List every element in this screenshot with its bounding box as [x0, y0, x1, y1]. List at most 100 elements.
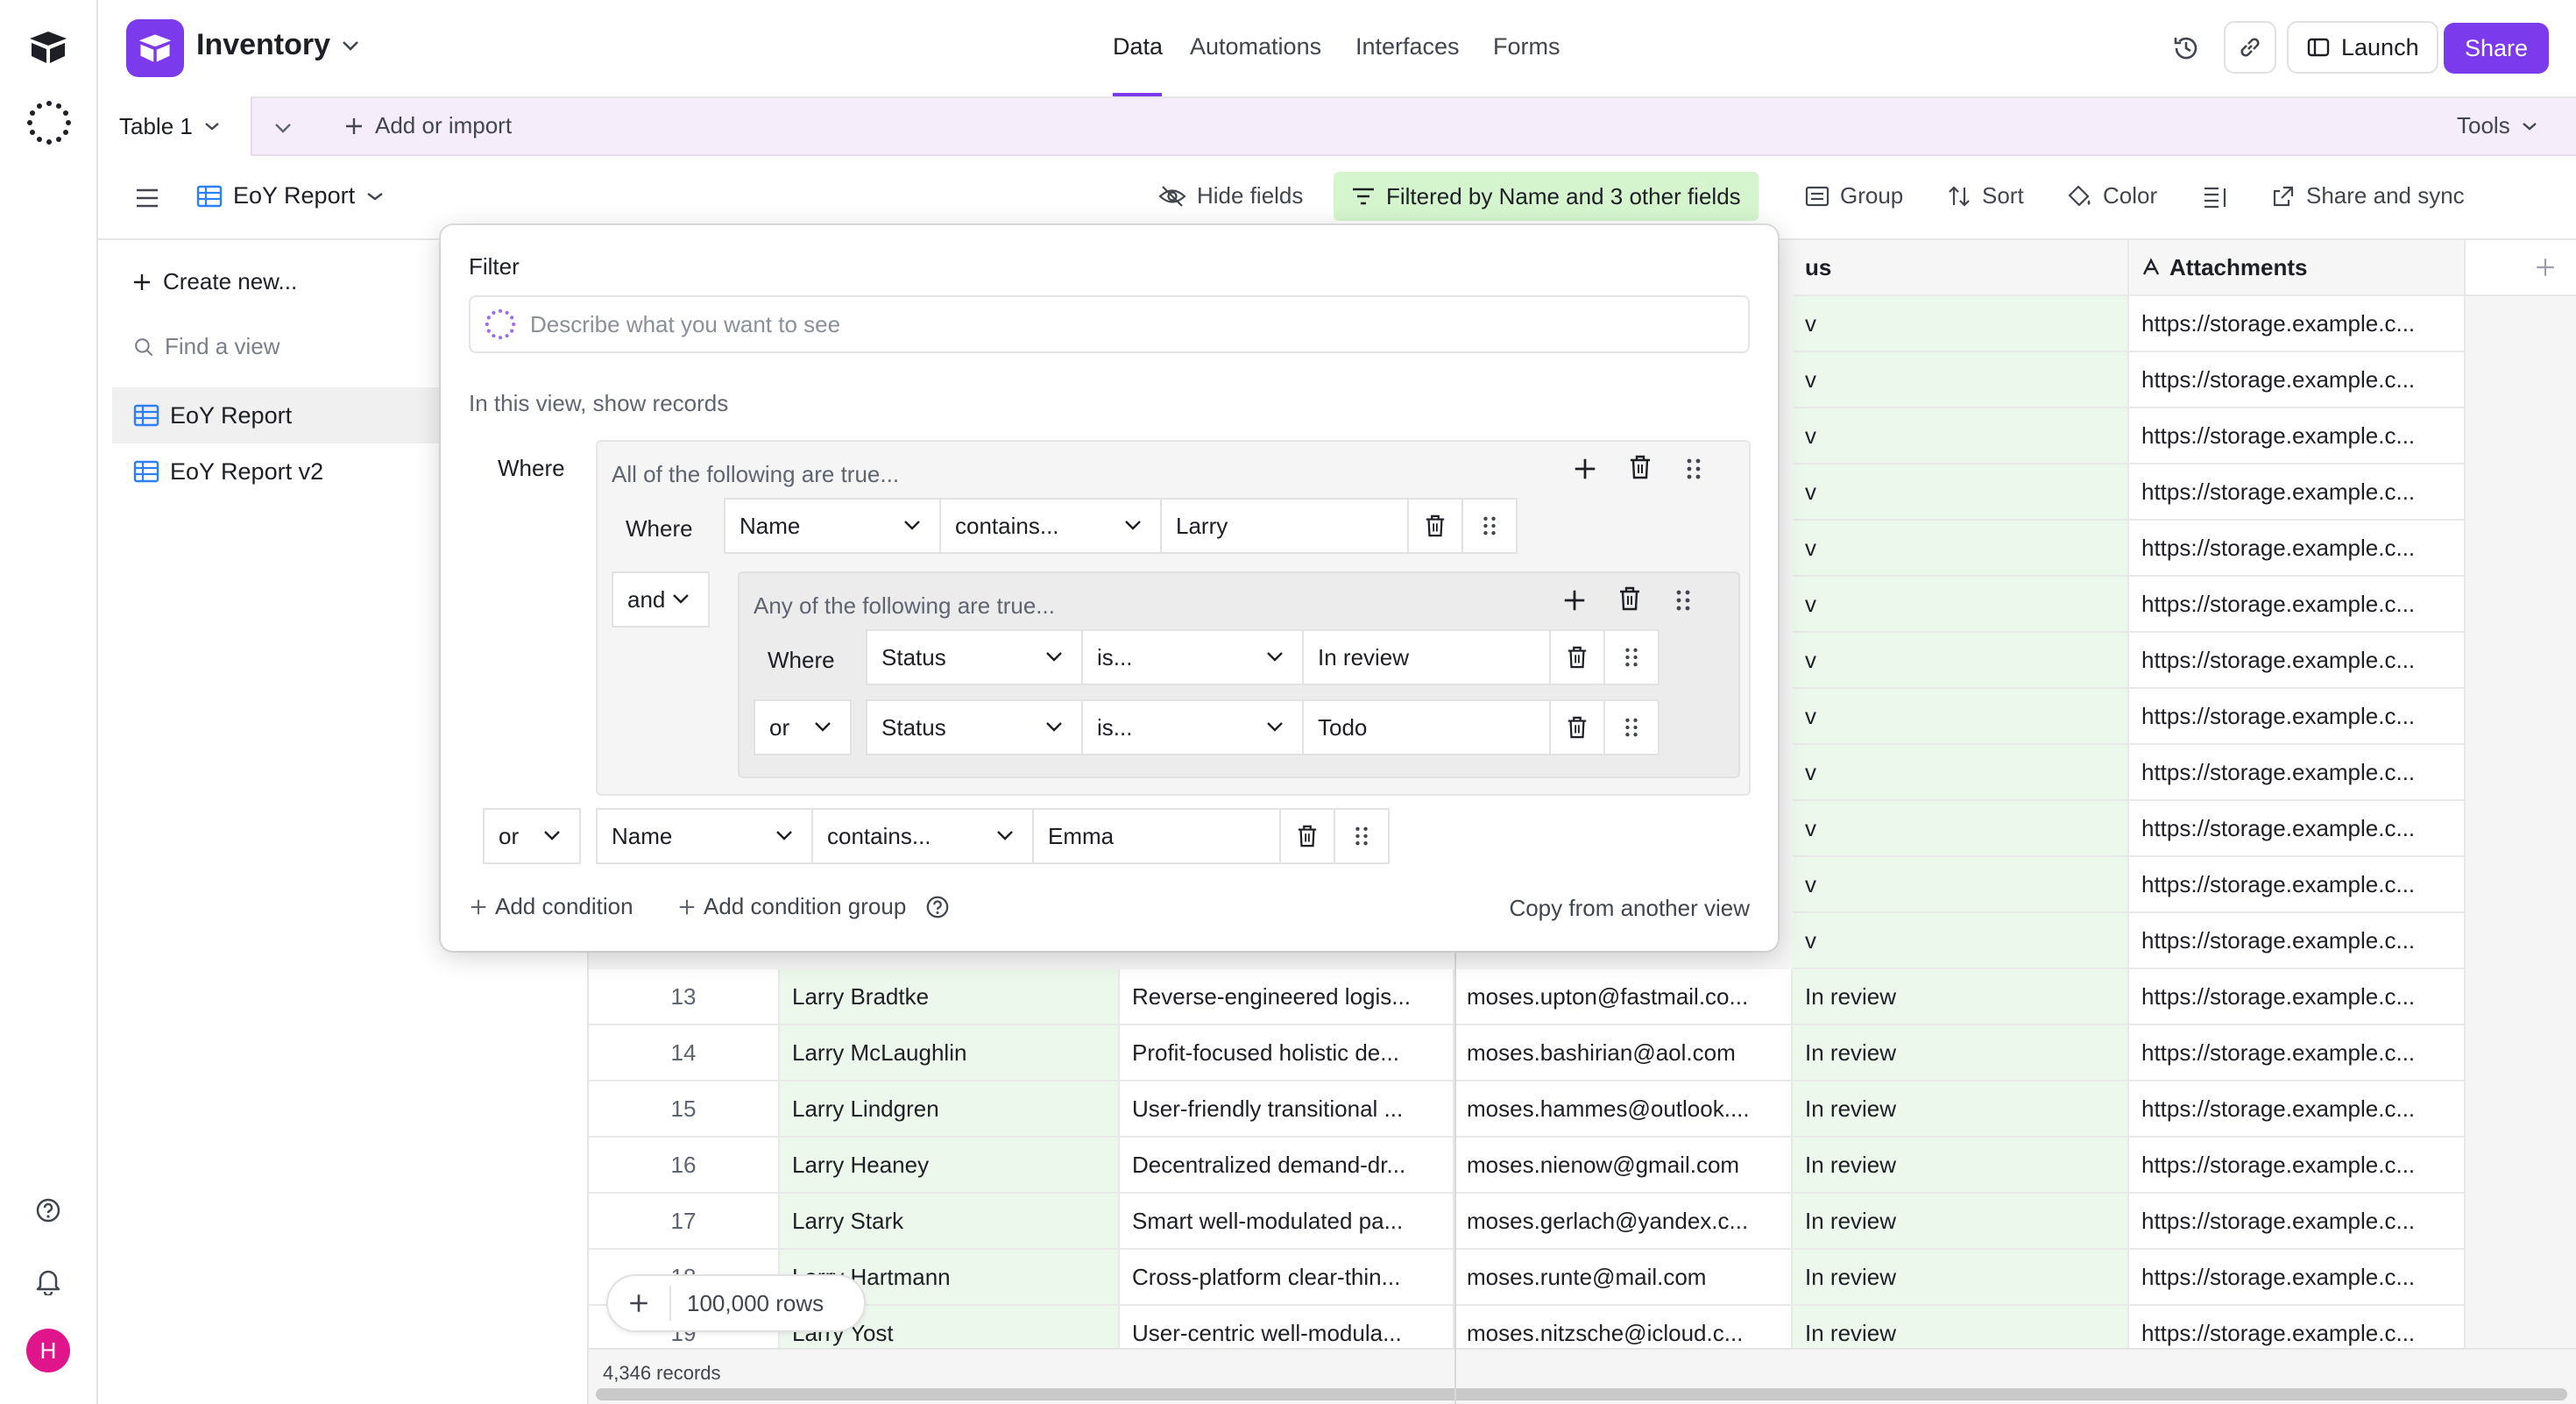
email-cell[interactable]: moses.runte@mail.com: [1454, 1250, 1793, 1306]
name-cell[interactable]: Larry Heaney: [780, 1138, 1120, 1194]
condition-1-field-select[interactable]: Name: [724, 498, 941, 554]
status-cell[interactable]: In review: [1793, 1194, 2129, 1250]
horizontal-scrollbar[interactable]: [596, 1388, 2567, 1400]
tab-table-1[interactable]: Table 1: [98, 96, 252, 156]
status-cell[interactable]: v: [1793, 689, 2129, 745]
delete-group-trash-icon[interactable]: [1617, 585, 1642, 612]
history-icon[interactable]: [2171, 33, 2201, 63]
add-or-import-button[interactable]: Add or import: [343, 112, 512, 139]
notifications-bell-icon[interactable]: [35, 1267, 61, 1295]
condition-2-drag-handle[interactable]: [1603, 629, 1660, 685]
attachment-cell[interactable]: https://storage.example.c...: [2129, 352, 2466, 408]
view-switcher[interactable]: EoY Report: [196, 182, 385, 209]
drag-handle-icon[interactable]: [1684, 456, 1703, 482]
status-cell[interactable]: In review: [1793, 1138, 2129, 1194]
attachment-cell[interactable]: https://storage.example.c...: [2129, 1025, 2466, 1081]
email-cell[interactable]: moses.hammes@outlook....: [1454, 1081, 1793, 1138]
attachment-cell[interactable]: https://storage.example.c...: [2129, 521, 2466, 577]
attachment-cell[interactable]: https://storage.example.c...: [2129, 1081, 2466, 1138]
attachment-cell[interactable]: https://storage.example.c...: [2129, 745, 2466, 801]
condition-2-value-input[interactable]: In review: [1302, 629, 1551, 685]
attachment-cell[interactable]: https://storage.example.c...: [2129, 1138, 2466, 1194]
status-cell[interactable]: v: [1793, 352, 2129, 408]
row-number-cell[interactable]: 17: [589, 1194, 780, 1250]
status-cell[interactable]: In review: [1793, 1250, 2129, 1306]
name-cell[interactable]: Larry McLaughlin: [780, 1025, 1120, 1081]
status-column-header[interactable]: us: [1793, 240, 2129, 296]
status-cell[interactable]: In review: [1793, 1025, 2129, 1081]
attachment-cell[interactable]: https://storage.example.c...: [2129, 1250, 2466, 1306]
condition-3-field-select[interactable]: Status: [866, 699, 1083, 755]
add-condition-group-button[interactable]: Add condition group: [677, 893, 950, 920]
notes-cell[interactable]: Profit-focused holistic de...: [1120, 1025, 1454, 1081]
nav-tab-interfaces[interactable]: Interfaces: [1355, 33, 1460, 60]
condition-2-delete-button[interactable]: [1549, 629, 1605, 685]
user-avatar[interactable]: H: [26, 1329, 70, 1372]
attachment-cell[interactable]: https://storage.example.c...: [2129, 913, 2466, 969]
email-cell[interactable]: moses.gerlach@yandex.c...: [1454, 1194, 1793, 1250]
plus-icon[interactable]: [608, 1286, 671, 1321]
condition-2-field-select[interactable]: Status: [866, 629, 1083, 685]
status-cell[interactable]: v: [1793, 913, 2129, 969]
email-cell[interactable]: moses.upton@fastmail.co...: [1454, 969, 1793, 1025]
condition-4-value-input[interactable]: Emma: [1032, 808, 1281, 864]
condition-4-conjunction-select[interactable]: or: [483, 808, 581, 864]
help-icon[interactable]: [925, 895, 950, 919]
notes-cell[interactable]: Reverse-engineered logis...: [1120, 969, 1454, 1025]
status-cell[interactable]: v: [1793, 745, 2129, 801]
nav-tab-automations[interactable]: Automations: [1190, 33, 1321, 60]
copy-from-another-view-button[interactable]: Copy from another view: [1509, 895, 1750, 922]
notes-cell[interactable]: Smart well-modulated pa...: [1120, 1194, 1454, 1250]
create-new-view-button[interactable]: Create new...: [131, 268, 297, 295]
attachment-cell[interactable]: https://storage.example.c...: [2129, 577, 2466, 633]
status-cell[interactable]: v: [1793, 857, 2129, 913]
condition-3-drag-handle[interactable]: [1603, 699, 1660, 755]
attachment-cell[interactable]: https://storage.example.c...: [2129, 969, 2466, 1025]
hide-fields-button[interactable]: Hide fields: [1158, 182, 1303, 209]
share-button[interactable]: Share: [2444, 23, 2549, 74]
add-to-group-plus-icon[interactable]: [1561, 587, 1588, 613]
drag-handle-icon[interactable]: [1674, 587, 1693, 613]
and-conjunction-select[interactable]: and: [612, 571, 710, 628]
name-cell[interactable]: Larry Lindgren: [780, 1081, 1120, 1138]
add-to-group-plus-icon[interactable]: [1572, 456, 1598, 482]
tools-button[interactable]: Tools: [2457, 112, 2538, 139]
condition-3-delete-button[interactable]: [1549, 699, 1605, 755]
nav-tab-forms[interactable]: Forms: [1493, 33, 1560, 60]
attachment-cell[interactable]: https://storage.example.c...: [2129, 689, 2466, 745]
copy-link-button[interactable]: [2224, 21, 2276, 74]
notes-cell[interactable]: Cross-platform clear-thin...: [1120, 1250, 1454, 1306]
sort-button[interactable]: Sort: [1947, 182, 2024, 209]
add-condition-button[interactable]: Add condition: [469, 893, 633, 920]
hamburger-menu-icon[interactable]: [135, 188, 159, 209]
attachments-column-header[interactable]: Attachments: [2129, 240, 2466, 296]
attachment-cell[interactable]: https://storage.example.c...: [2129, 408, 2466, 464]
condition-4-delete-button[interactable]: [1279, 808, 1335, 864]
row-height-icon[interactable]: [2203, 186, 2229, 209]
add-field-button[interactable]: [2466, 240, 2576, 296]
condition-1-operator-select[interactable]: contains...: [939, 498, 1162, 554]
status-cell[interactable]: v: [1793, 521, 2129, 577]
attachment-cell[interactable]: https://storage.example.c...: [2129, 801, 2466, 857]
condition-1-drag-handle[interactable]: [1461, 498, 1518, 554]
condition-4-field-select[interactable]: Name: [596, 808, 813, 864]
name-cell[interactable]: Larry Stark: [780, 1194, 1120, 1250]
filter-button[interactable]: Filtered by Name and 3 other fields: [1334, 172, 1759, 221]
condition-1-value-input[interactable]: Larry: [1160, 498, 1409, 554]
status-cell[interactable]: v: [1793, 408, 2129, 464]
attachment-cell[interactable]: https://storage.example.c...: [2129, 296, 2466, 352]
status-cell[interactable]: v: [1793, 801, 2129, 857]
condition-1-delete-button[interactable]: [1407, 498, 1463, 554]
ai-filter-input[interactable]: Describe what you want to see: [469, 295, 1750, 353]
color-button[interactable]: Color: [2066, 182, 2157, 209]
status-cell[interactable]: v: [1793, 296, 2129, 352]
email-cell[interactable]: moses.nienow@gmail.com: [1454, 1138, 1793, 1194]
condition-3-value-input[interactable]: Todo: [1302, 699, 1551, 755]
condition-4-operator-select[interactable]: contains...: [811, 808, 1034, 864]
email-cell[interactable]: moses.bashirian@aol.com: [1454, 1025, 1793, 1081]
condition-3-conjunction-select[interactable]: or: [754, 699, 852, 755]
find-view-input[interactable]: Find a view: [133, 333, 280, 360]
condition-3-operator-select[interactable]: is...: [1081, 699, 1304, 755]
attachment-cell[interactable]: https://storage.example.c...: [2129, 857, 2466, 913]
name-cell[interactable]: Larry Bradtke: [780, 969, 1120, 1025]
